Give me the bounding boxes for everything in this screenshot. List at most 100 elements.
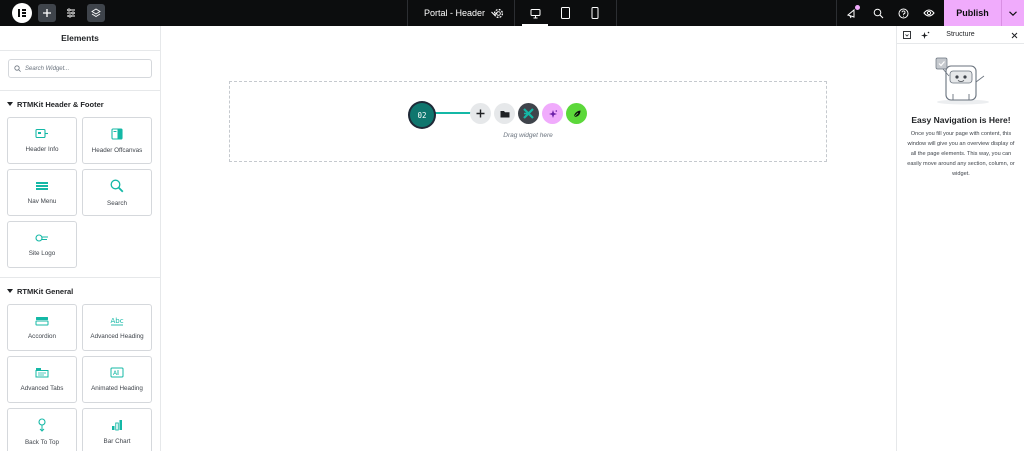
navigation-illustration [931, 56, 991, 111]
close-structure-button[interactable] [1009, 30, 1019, 40]
widget-grid: Accordion Abc Advanced Heading Advanced … [0, 304, 160, 451]
widget-label: Nav Menu [27, 197, 57, 205]
expand-collapse-icon [903, 31, 911, 39]
leaf-addon-button[interactable] [566, 103, 587, 124]
widget-label: Back To Top [24, 438, 60, 446]
widget-advanced-tabs[interactable]: Advanced Tabs [7, 356, 77, 403]
advanced-tabs-icon [35, 368, 49, 378]
header-info-icon [35, 128, 48, 139]
structure-header: Structure [897, 26, 1024, 44]
widget-grid: Header Info Header Offcanvas Nav Menu Se… [0, 117, 160, 278]
publish-options-button[interactable] [1001, 0, 1024, 26]
close-icon [1011, 32, 1017, 38]
widget-nav-menu[interactable]: Nav Menu [7, 169, 77, 216]
animated-heading-icon: A [110, 367, 124, 378]
category-general[interactable]: RTMKit General [0, 278, 160, 304]
step-badge: 02 [410, 103, 434, 127]
ai-structure-button[interactable] [920, 30, 930, 40]
category-header-footer[interactable]: RTMKit Header & Footer [0, 91, 160, 117]
mobile-mode-button[interactable] [586, 4, 604, 22]
tablet-mode-button[interactable] [556, 4, 574, 22]
ai-icon [548, 109, 557, 118]
widget-advanced-heading[interactable]: Abc Advanced Heading [82, 304, 152, 351]
right-toolbar [836, 0, 944, 26]
finder-icon [873, 8, 883, 18]
widget-header-offcanvas[interactable]: Header Offcanvas [82, 117, 152, 164]
drag-widget-hint: Drag widget here [503, 132, 553, 139]
help-icon [898, 8, 908, 18]
category-title: RTMKit General [17, 286, 74, 296]
search-area: Search Widget... [0, 51, 160, 91]
desktop-icon [530, 8, 540, 18]
document-settings-button[interactable] [493, 6, 504, 24]
mobile-icon [591, 7, 599, 19]
structure-button[interactable] [87, 4, 105, 22]
template-library-icon [500, 110, 509, 117]
accordion-icon [35, 316, 49, 325]
search-icon [110, 179, 124, 192]
ai-button[interactable] [542, 103, 563, 124]
help-button[interactable] [895, 5, 911, 21]
svg-text:A: A [113, 370, 118, 377]
publish-button[interactable]: Publish [944, 0, 1001, 26]
rtmkit-library-button[interactable] [518, 103, 539, 124]
panel-title: Elements [0, 26, 160, 51]
widget-search[interactable]: Search [82, 169, 152, 216]
bar-chart-icon [112, 419, 122, 430]
widget-label: Bar Chart [103, 437, 131, 445]
elementor-logo-icon[interactable] [12, 3, 32, 23]
sparkle-icon [920, 31, 929, 39]
widget-bar-chart[interactable]: Bar Chart [82, 408, 152, 451]
widget-label: Header Offcanvas [91, 146, 143, 154]
add-element-button[interactable] [38, 4, 56, 22]
rtmkit-icon [523, 108, 534, 119]
editor-canvas [161, 26, 896, 451]
widget-label: Header Info [25, 146, 59, 153]
back-to-top-icon [38, 417, 46, 432]
search-placeholder: Search Widget... [25, 65, 70, 72]
widget-animated-heading[interactable]: A Animated Heading [82, 356, 152, 403]
widget-label: Site Logo [28, 249, 56, 257]
add-section-icon [476, 109, 485, 118]
template-library-button[interactable] [494, 103, 515, 124]
site-logo-icon [35, 233, 48, 242]
preview-button[interactable] [921, 5, 937, 21]
empty-state-description: Once you fill your page with content, th… [907, 131, 1015, 177]
sliders-icon [67, 8, 75, 18]
toggle-structure-button[interactable] [902, 30, 912, 40]
caret-down-icon [7, 102, 13, 106]
document-title: Portal - Header [423, 8, 486, 18]
structure-title: Structure [946, 31, 975, 38]
empty-state-heading: Easy Navigation is Here! [911, 115, 1011, 125]
responsive-mode-switcher [515, 0, 617, 26]
widget-label: Advanced Tabs [20, 385, 64, 392]
add-section-button[interactable] [470, 103, 491, 124]
widget-accordion[interactable]: Accordion [7, 304, 77, 351]
offcanvas-icon [111, 127, 123, 140]
elements-panel: Elements Search Widget... RTMKit Header … [0, 26, 161, 451]
widget-label: Advanced Heading [90, 332, 144, 340]
whats-new-button[interactable] [844, 5, 860, 21]
widget-header-info[interactable]: Header Info [7, 117, 77, 164]
structure-panel: Structure Easy Navigation is Here! Once … [896, 26, 1024, 451]
layers-icon [91, 8, 101, 18]
search-widget-input[interactable]: Search Widget... [8, 59, 152, 78]
tablet-icon [560, 7, 570, 19]
widget-back-to-top[interactable]: Back To Top [7, 408, 77, 451]
plus-icon [43, 9, 51, 17]
svg-text:Abc: Abc [111, 317, 124, 325]
leaf-icon [573, 110, 580, 117]
preview-icon [923, 9, 935, 17]
chevron-down-icon [1009, 10, 1017, 16]
gear-icon [493, 8, 504, 19]
widget-label: Accordion [27, 332, 56, 340]
nav-menu-icon [36, 181, 48, 190]
finder-button[interactable] [870, 5, 886, 21]
search-icon [14, 65, 21, 72]
widget-label: Search [107, 199, 127, 207]
top-bar: Portal - Header Publish [0, 0, 1024, 26]
site-settings-button[interactable] [62, 4, 80, 22]
notification-dot [855, 5, 860, 10]
widget-site-logo[interactable]: Site Logo [7, 221, 77, 268]
desktop-mode-button[interactable] [522, 4, 548, 26]
